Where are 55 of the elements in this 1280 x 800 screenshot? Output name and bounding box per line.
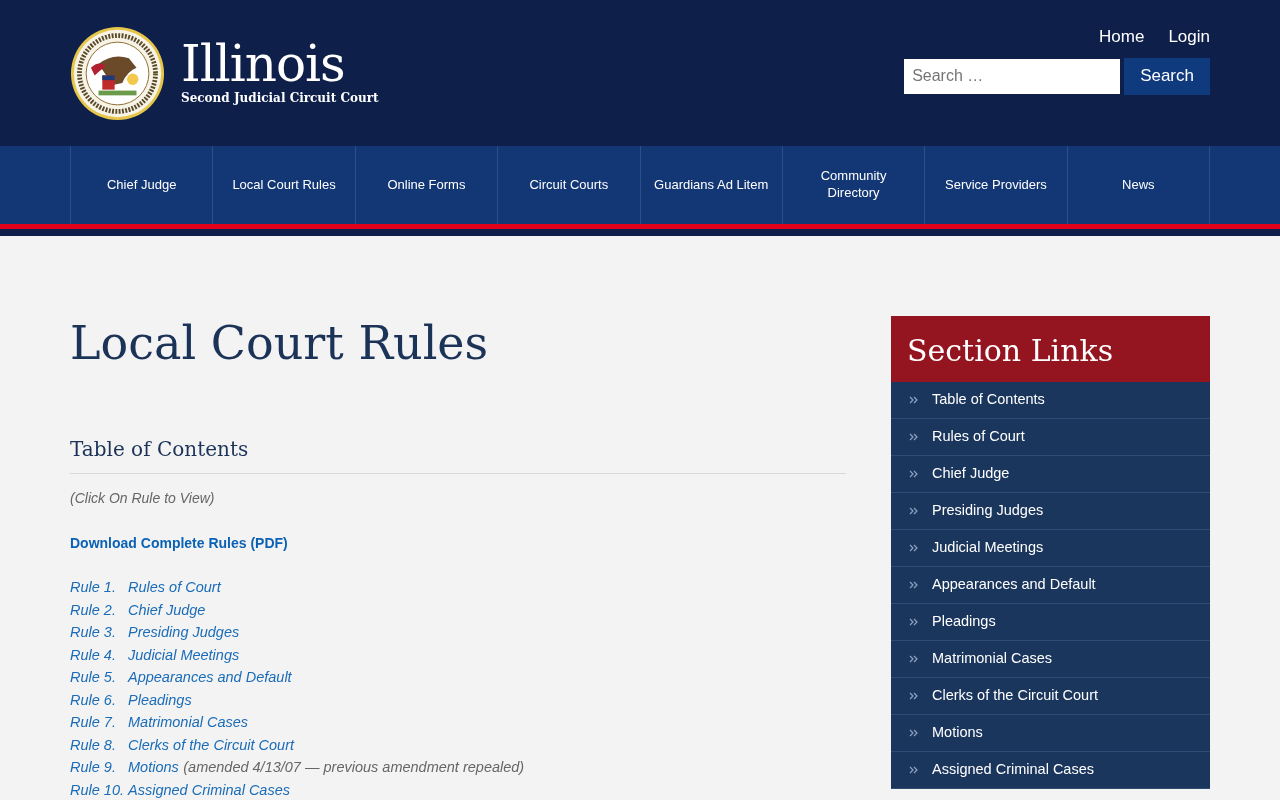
download-link[interactable]: Download Complete Rules (PDF) [70,533,288,555]
rule-link[interactable]: Rule 9. Motions [70,759,179,776]
site-subtitle: Second Judicial Circuit Court [181,90,379,107]
sidebar-link[interactable]: Judicial Meetings [891,530,1210,567]
sidebar-link-text: Matrimonial Cases [932,649,1053,669]
rule-link[interactable]: Rule 6. Pleadings [70,691,192,708]
rule-link[interactable]: Rule 10. Assigned Criminal Cases [70,781,290,798]
sidebar-link[interactable]: Clerks of the Circuit Court [891,678,1210,715]
section-heading: Table of Contents [70,437,846,475]
sidebar-link[interactable]: Table of Contents [891,382,1210,419]
chevron-icon [909,766,918,774]
chevron-icon [909,692,918,700]
chevron-icon [909,507,918,515]
sidebar-link[interactable]: Chief Judge [891,456,1210,493]
chevron-icon [909,396,918,404]
sidebar-link[interactable]: Appearances and Default [891,567,1210,604]
sidebar-link-text: Pleadings [932,612,996,632]
sidebar-link[interactable]: Pleadings [891,604,1210,641]
chevron-icon [909,618,918,626]
chevron-icon [909,433,918,441]
sidebar-link-text: Judicial Meetings [932,538,1044,558]
top-link[interactable]: Home [1099,24,1145,50]
rule-link[interactable]: Rule 7. Matrimonial Cases [70,714,249,731]
instruction-text: (Click On Rule to View) [70,489,216,509]
chevron-icon [909,470,918,478]
sidebar-title: Section Links [891,316,1210,382]
rule-link[interactable]: Rule 1. Rules of Court [70,579,221,596]
rule-link[interactable]: Rule 3. Presiding Judges [70,624,240,641]
sidebar-link[interactable]: Presiding Judges [891,493,1210,530]
sidebar-link[interactable]: Rules of Court [891,419,1210,456]
sidebar-link-text: Assigned Criminal Cases [932,760,1094,780]
rule-link[interactable]: Rule 4. Judicial Meetings [70,646,240,663]
sidebar-link-text: Rules of Court [932,427,1025,447]
sidebar-link-text: Clerks of the Circuit Court [932,686,1098,706]
rule-note: (amended 4/13/07 — previous amendment repealed) [183,759,525,776]
chevron-icon [909,729,918,737]
sidebar-link-text: Motions [932,723,983,743]
site-title[interactable]: Illinois [181,39,379,89]
rule-link[interactable]: Rule 8. Clerks of the Circuit Court [70,736,294,753]
sidebar-link-text: Presiding Judges [932,501,1044,521]
sidebar-link-text: Appearances and Default [932,575,1096,595]
chevron-icon [909,544,918,552]
chevron-icon [909,581,918,589]
rule-link[interactable]: Rule 2. Chief Judge [70,601,206,618]
sidebar-link-text: Table of Contents [932,390,1045,410]
search-field[interactable]: Search … [904,58,1121,94]
sidebar-link[interactable]: Matrimonial Cases [891,641,1210,678]
sidebar-link[interactable]: Assigned Criminal Cases [891,752,1210,789]
top-link[interactable]: Login [1168,24,1210,50]
sidebar-link-text: Chief Judge [932,464,1010,484]
sidebar-link[interactable]: Motions [891,715,1210,752]
search-button[interactable]: Search [1124,57,1210,95]
page-title: Local Court Rules [70,316,490,372]
rule-link[interactable]: Rule 5. Appearances and Default [70,669,292,686]
chevron-icon [909,655,918,663]
